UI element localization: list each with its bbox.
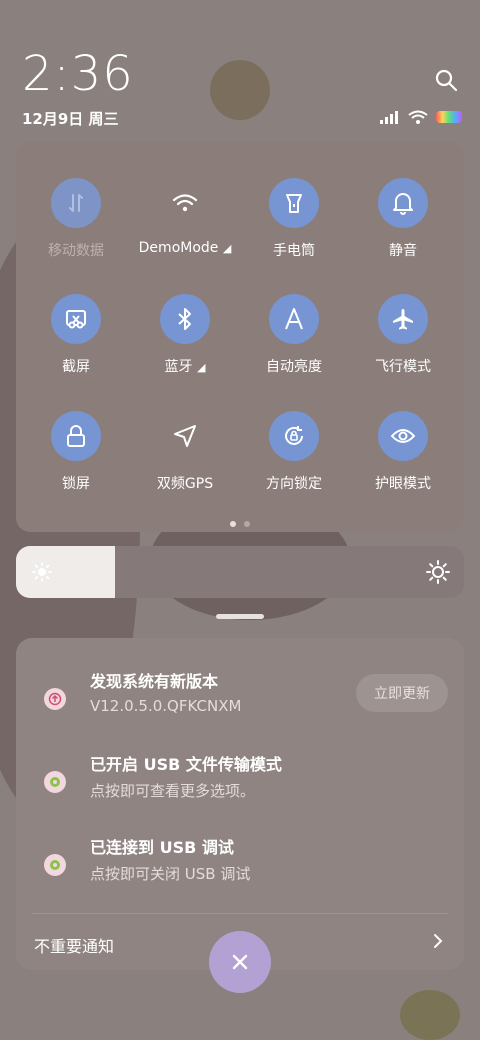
tile-label: 飞行模式 xyxy=(375,359,431,375)
tile-bluetooth[interactable]: 蓝牙 ◢ xyxy=(130,294,240,376)
usb-debug-icon xyxy=(44,854,66,876)
status-area: 2:36 12月9日 周三 xyxy=(22,50,134,129)
notification-title: 已连接到 USB 调试 xyxy=(90,838,234,857)
notification-subtitle: V12.0.5.0.QFKCNXM xyxy=(90,697,242,715)
tile-flashlight[interactable]: 手电筒 xyxy=(239,178,349,260)
tile-lock[interactable]: 锁屏 xyxy=(21,411,131,493)
tile-label: 锁屏 xyxy=(62,476,90,492)
tile-auto-brightness[interactable]: 自动亮度 xyxy=(239,294,349,376)
notification-title: 已开启 USB 文件传输模式 xyxy=(90,755,282,774)
usb-settings-icon xyxy=(44,771,66,793)
rotation-lock-icon xyxy=(269,411,319,461)
tile-gps[interactable]: 双频GPS xyxy=(130,411,240,493)
quick-tiles-grid: 移动数据 DemoMode ◢ 手电筒 静音 截屏 蓝牙 ◢ 自动亮度 飞行模式… xyxy=(16,142,464,532)
notification-item[interactable]: 已连接到 USB 调试 点按即可关闭 USB 调试 xyxy=(16,834,464,894)
tile-wifi[interactable]: DemoMode ◢ xyxy=(130,178,240,256)
expand-triangle-icon: ◢ xyxy=(222,242,232,255)
tile-mobile-data[interactable]: 移动数据 xyxy=(21,178,131,260)
search-icon[interactable] xyxy=(434,68,458,92)
update-now-button[interactable]: 立即更新 xyxy=(356,674,448,712)
wallpaper-flower xyxy=(210,60,270,120)
bluetooth-icon xyxy=(160,294,210,344)
system-icons xyxy=(380,110,462,124)
tile-label: 自动亮度 xyxy=(266,359,322,375)
chevron-right-icon[interactable] xyxy=(430,933,446,949)
unimportant-notifications-link[interactable]: 不重要通知 xyxy=(34,933,114,957)
battery-icon xyxy=(436,111,462,123)
tile-label: DemoMode xyxy=(138,240,219,256)
tile-label: 双频GPS xyxy=(156,476,214,492)
update-icon xyxy=(44,688,66,710)
tile-label: 移动数据 xyxy=(48,243,104,259)
page-dot xyxy=(244,521,250,527)
tile-label: 截屏 xyxy=(62,359,90,375)
notification-panel: 发现系统有新版本 V12.0.5.0.QFKCNXM 立即更新 已开启 USB … xyxy=(16,638,464,970)
eye-icon xyxy=(378,411,428,461)
tile-eye-care[interactable]: 护眼模式 xyxy=(348,411,458,493)
brightness-fill xyxy=(16,546,115,598)
expand-triangle-icon: ◢ xyxy=(196,361,206,374)
airplane-icon xyxy=(378,294,428,344)
brightness-high-icon xyxy=(426,560,450,584)
screenshot-icon xyxy=(51,294,101,344)
wallpaper-flower xyxy=(400,990,460,1040)
tile-label: 蓝牙 xyxy=(164,359,193,375)
tile-label: 方向锁定 xyxy=(266,476,322,492)
page-indicator xyxy=(16,521,464,527)
tile-label: 静音 xyxy=(389,243,417,259)
notification-subtitle: 点按即可关闭 USB 调试 xyxy=(90,865,251,883)
tile-screenshot[interactable]: 截屏 xyxy=(21,294,131,376)
close-icon xyxy=(232,954,248,970)
lock-icon xyxy=(51,411,101,461)
notification-subtitle: 点按即可查看更多选项。 xyxy=(90,782,256,800)
tile-label: 手电筒 xyxy=(273,243,315,259)
clock: 2:36 xyxy=(22,46,134,102)
drag-handle[interactable] xyxy=(216,614,264,619)
notification-title: 发现系统有新版本 xyxy=(90,672,219,691)
quick-settings-panel: 移动数据 DemoMode ◢ 手电筒 静音 截屏 蓝牙 ◢ 自动亮度 飞行模式… xyxy=(16,142,464,532)
brightness-slider[interactable] xyxy=(16,546,464,598)
page-dot-active xyxy=(230,521,236,527)
auto-brightness-icon xyxy=(269,294,319,344)
notification-item[interactable]: 发现系统有新版本 V12.0.5.0.QFKCNXM 立即更新 xyxy=(16,668,464,728)
clear-all-button[interactable] xyxy=(209,931,271,993)
notification-item[interactable]: 已开启 USB 文件传输模式 点按即可查看更多选项。 xyxy=(16,751,464,811)
gps-icon xyxy=(160,411,210,461)
date: 12月9日 周三 xyxy=(22,110,119,128)
tile-airplane[interactable]: 飞行模式 xyxy=(348,294,458,376)
tile-label: 护眼模式 xyxy=(375,476,431,492)
tile-rotation-lock[interactable]: 方向锁定 xyxy=(239,411,349,493)
wifi-icon xyxy=(160,178,210,228)
mobile-data-icon xyxy=(51,178,101,228)
wifi-status-icon xyxy=(408,110,428,124)
bell-icon xyxy=(378,178,428,228)
signal-icon xyxy=(380,111,398,124)
flashlight-icon xyxy=(269,178,319,228)
tile-silent[interactable]: 静音 xyxy=(348,178,458,260)
brightness-low-icon xyxy=(32,562,52,582)
divider xyxy=(32,913,448,914)
